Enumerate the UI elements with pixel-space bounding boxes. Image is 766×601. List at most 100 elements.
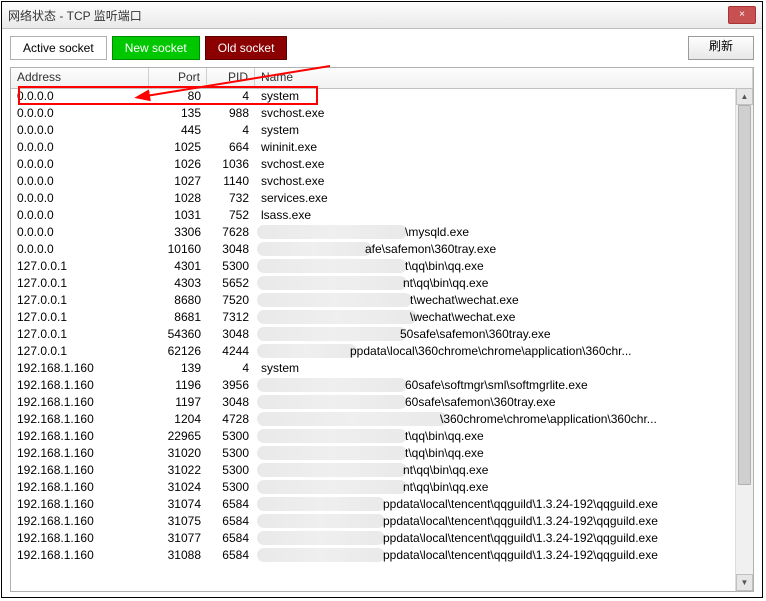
cell-name-text: 50safe\safemon\360tray.exe bbox=[400, 327, 551, 341]
cell-port: 10160 bbox=[149, 241, 207, 258]
table-row[interactable]: 192.168.1.160310886584ppdata\local\tence… bbox=[11, 547, 736, 564]
cell-address: 192.168.1.160 bbox=[11, 394, 149, 411]
cell-port: 1027 bbox=[149, 173, 207, 190]
table-row[interactable]: 127.0.0.154360304850safe\safemon\360tray… bbox=[11, 326, 736, 343]
cell-name: 60safe\safemon\360tray.exe bbox=[255, 394, 736, 411]
cell-name-text: ppdata\local\360chrome\chrome\applicatio… bbox=[350, 344, 632, 358]
table-row[interactable]: 192.168.1.1601196395660safe\softmgr\sml\… bbox=[11, 377, 736, 394]
cell-pid: 732 bbox=[207, 190, 255, 207]
column-header-port[interactable]: Port bbox=[149, 68, 207, 88]
cell-name: svchost.exe bbox=[255, 173, 736, 190]
cell-address: 0.0.0.0 bbox=[11, 207, 149, 224]
refresh-button[interactable]: 刷新 bbox=[688, 36, 754, 60]
cell-port: 3306 bbox=[149, 224, 207, 241]
tab-active-socket[interactable]: Active socket bbox=[10, 36, 107, 60]
cell-pid: 7312 bbox=[207, 309, 255, 326]
cell-address: 192.168.1.160 bbox=[11, 547, 149, 564]
cell-port: 1025 bbox=[149, 139, 207, 156]
cell-port: 31020 bbox=[149, 445, 207, 462]
titlebar: 网络状态 - TCP 监听端口 × bbox=[2, 2, 762, 29]
cell-pid: 6584 bbox=[207, 513, 255, 530]
table-row[interactable]: 0.0.0.010261036svchost.exe bbox=[11, 156, 736, 173]
table-row[interactable]: 0.0.0.0135988svchost.exe bbox=[11, 105, 736, 122]
table-row[interactable]: 192.168.1.160310225300nt\qq\bin\qq.exe bbox=[11, 462, 736, 479]
cell-port: 31022 bbox=[149, 462, 207, 479]
cell-pid: 7628 bbox=[207, 224, 255, 241]
column-header-name[interactable]: Name bbox=[255, 68, 753, 88]
cell-port: 31077 bbox=[149, 530, 207, 547]
table-row[interactable]: 0.0.0.033067628\mysqld.exe bbox=[11, 224, 736, 241]
redacted-smudge bbox=[257, 259, 407, 273]
redacted-smudge bbox=[257, 429, 407, 443]
table-row[interactable]: 192.168.1.1601197304860safe\safemon\360t… bbox=[11, 394, 736, 411]
table-row[interactable]: 192.168.1.160310205300t\qq\bin\qq.exe bbox=[11, 445, 736, 462]
cell-pid: 5300 bbox=[207, 428, 255, 445]
table-row[interactable]: 127.0.0.143015300t\qq\bin\qq.exe bbox=[11, 258, 736, 275]
cell-pid: 5652 bbox=[207, 275, 255, 292]
cell-port: 1026 bbox=[149, 156, 207, 173]
table-row[interactable]: 0.0.0.0101603048afe\safemon\360tray.exe bbox=[11, 241, 736, 258]
table-row[interactable]: 192.168.1.160310776584ppdata\local\tence… bbox=[11, 530, 736, 547]
cell-pid: 5300 bbox=[207, 258, 255, 275]
table-row[interactable]: 0.0.0.010271140svchost.exe bbox=[11, 173, 736, 190]
cell-name: 50safe\safemon\360tray.exe bbox=[255, 326, 736, 343]
cell-port: 31075 bbox=[149, 513, 207, 530]
cell-pid: 6584 bbox=[207, 496, 255, 513]
cell-address: 192.168.1.160 bbox=[11, 479, 149, 496]
cell-name: ppdata\local\360chrome\chrome\applicatio… bbox=[255, 343, 736, 360]
cell-pid: 1036 bbox=[207, 156, 255, 173]
table-row[interactable]: 192.168.1.160310756584ppdata\local\tence… bbox=[11, 513, 736, 530]
table-row[interactable]: 0.0.0.01031752lsass.exe bbox=[11, 207, 736, 224]
cell-name-text: afe\safemon\360tray.exe bbox=[365, 242, 496, 256]
cell-address: 192.168.1.160 bbox=[11, 360, 149, 377]
cell-port: 1197 bbox=[149, 394, 207, 411]
scroll-down-arrow-icon[interactable]: ▼ bbox=[736, 574, 753, 591]
table-row[interactable]: 127.0.0.186807520t\wechat\wechat.exe bbox=[11, 292, 736, 309]
table-row[interactable]: 127.0.0.186817312\wechat\wechat.exe bbox=[11, 309, 736, 326]
table-row[interactable]: 127.0.0.143035652nt\qq\bin\qq.exe bbox=[11, 275, 736, 292]
scroll-thumb[interactable] bbox=[738, 105, 751, 485]
table-row[interactable]: 192.168.1.1601394system bbox=[11, 360, 736, 377]
table-row[interactable]: 192.168.1.160310746584ppdata\local\tence… bbox=[11, 496, 736, 513]
table-row[interactable]: 127.0.0.1621264244ppdata\local\360chrome… bbox=[11, 343, 736, 360]
cell-address: 127.0.0.1 bbox=[11, 292, 149, 309]
redacted-smudge bbox=[257, 242, 372, 256]
cell-name: system bbox=[255, 122, 736, 139]
cell-address: 192.168.1.160 bbox=[11, 445, 149, 462]
table-row[interactable]: 192.168.1.160229655300t\qq\bin\qq.exe bbox=[11, 428, 736, 445]
column-header-address[interactable]: Address bbox=[11, 68, 149, 88]
close-button[interactable]: × bbox=[728, 6, 756, 24]
cell-name-text: nt\qq\bin\qq.exe bbox=[403, 276, 488, 290]
cell-pid: 5300 bbox=[207, 445, 255, 462]
tab-old-socket[interactable]: Old socket bbox=[205, 36, 288, 60]
cell-port: 1031 bbox=[149, 207, 207, 224]
cell-name-text: nt\qq\bin\qq.exe bbox=[403, 463, 488, 477]
redacted-smudge bbox=[257, 310, 417, 324]
table-row[interactable]: 0.0.0.01025664wininit.exe bbox=[11, 139, 736, 156]
cell-port: 139 bbox=[149, 360, 207, 377]
cell-address: 192.168.1.160 bbox=[11, 496, 149, 513]
cell-port: 8681 bbox=[149, 309, 207, 326]
cell-name-text: 60safe\safemon\360tray.exe bbox=[405, 395, 556, 409]
table-row[interactable]: 192.168.1.160310245300nt\qq\bin\qq.exe bbox=[11, 479, 736, 496]
cell-pid: 988 bbox=[207, 105, 255, 122]
scroll-up-arrow-icon[interactable]: ▲ bbox=[736, 88, 753, 105]
column-header-row: Address Port PID Name bbox=[11, 68, 753, 89]
table-row[interactable]: 0.0.0.04454system bbox=[11, 122, 736, 139]
cell-port: 31074 bbox=[149, 496, 207, 513]
table-row[interactable]: 192.168.1.16012044728\360chrome\chrome\a… bbox=[11, 411, 736, 428]
cell-name: nt\qq\bin\qq.exe bbox=[255, 275, 736, 292]
cell-address: 192.168.1.160 bbox=[11, 530, 149, 547]
redacted-smudge bbox=[257, 514, 385, 528]
vertical-scrollbar[interactable]: ▲ ▼ bbox=[735, 88, 753, 591]
tab-new-socket[interactable]: New socket bbox=[112, 36, 200, 60]
cell-address: 0.0.0.0 bbox=[11, 190, 149, 207]
cell-address: 0.0.0.0 bbox=[11, 241, 149, 258]
cell-port: 445 bbox=[149, 122, 207, 139]
cell-address: 0.0.0.0 bbox=[11, 122, 149, 139]
table-row[interactable]: 0.0.0.0804system bbox=[11, 88, 736, 105]
cell-pid: 3956 bbox=[207, 377, 255, 394]
table-row[interactable]: 0.0.0.01028732services.exe bbox=[11, 190, 736, 207]
column-header-pid[interactable]: PID bbox=[207, 68, 255, 88]
redacted-smudge bbox=[257, 378, 407, 392]
